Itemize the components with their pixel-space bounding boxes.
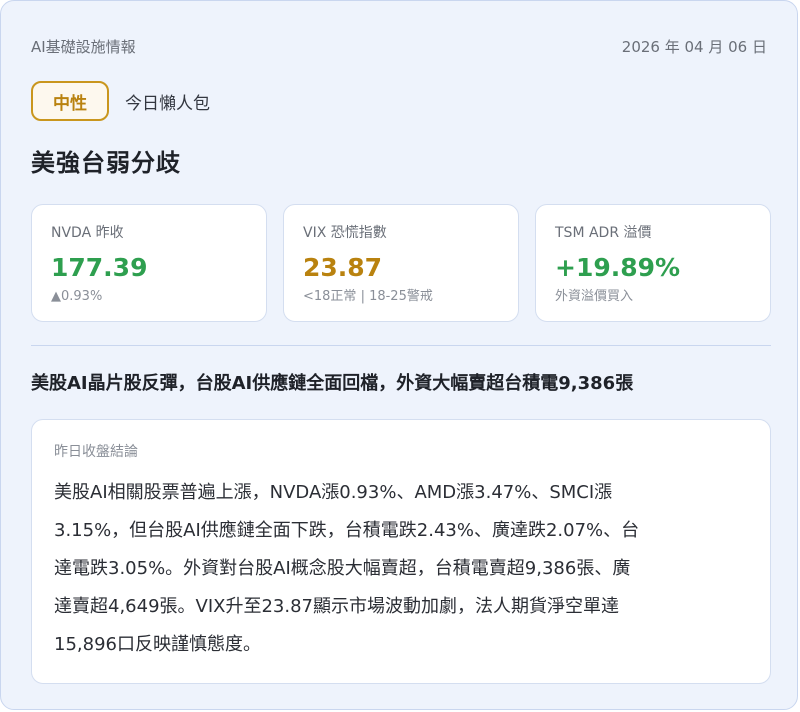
report-date: 2026 年 04 月 06 日 — [621, 37, 767, 56]
summary-line: 美股AI晶片股反彈，台股AI供應鏈全面回檔，外資大幅賣超台積電9,386張 — [31, 373, 634, 394]
section-divider — [31, 345, 771, 346]
conclusion-panel: 昨日收盤結論 美股AI相關股票普遍上漲，NVDA漲0.93%、AMD漲3.47%… — [31, 419, 771, 684]
conclusion-line: 達賣超4,649張。VIX升至23.87顯示市場波動加劇，法人期貨淨空單達 — [54, 596, 620, 617]
sentiment-row: 中性 今日懶人包 — [31, 81, 210, 121]
conclusion-title: 昨日收盤結論 — [54, 444, 138, 460]
metric-card-nvda: NVDA 昨收 177.39 ▲0.93% — [31, 204, 267, 322]
briefing-card: AI基礎設施情報 2026 年 04 月 06 日 中性 今日懶人包 美強台弱分… — [0, 0, 798, 710]
conclusion-body: 美股AI相關股票普遍上漲，NVDA漲0.93%、AMD漲3.47%、SMCI漲 … — [54, 474, 748, 664]
metric-card-tsm-adr: TSM ADR 溢價 +19.89% 外資溢價買入 — [535, 204, 771, 322]
conclusion-line: 3.15%，但台股AI供應鏈全面下跌，台積電跌2.43%、廣達跌2.07%、台 — [54, 520, 640, 541]
metric-value: 23.87 — [303, 253, 383, 282]
metric-label: VIX 恐慌指數 — [303, 225, 387, 241]
sentiment-badge: 中性 — [31, 81, 109, 121]
card-header: AI基礎設施情報 2026 年 04 月 06 日 — [31, 35, 767, 57]
metric-card-vix: VIX 恐慌指數 23.87 <18正常 | 18-25警戒 — [283, 204, 519, 322]
metric-label: NVDA 昨收 — [51, 225, 124, 241]
conclusion-line: 美股AI相關股票普遍上漲，NVDA漲0.93%、AMD漲3.47%、SMCI漲 — [54, 482, 613, 503]
metric-range-note: <18正常 | 18-25警戒 — [303, 289, 433, 304]
metric-value: +19.89% — [555, 253, 681, 282]
source-label: AI基礎設施情報 — [31, 37, 136, 56]
metrics-row: NVDA 昨收 177.39 ▲0.93% VIX 恐慌指數 23.87 <18… — [31, 204, 771, 324]
metric-change: ▲0.93% — [51, 289, 103, 304]
digest-label: 今日懶人包 — [125, 93, 210, 114]
headline: 美強台弱分歧 — [31, 149, 181, 177]
metric-label: TSM ADR 溢價 — [555, 225, 652, 241]
metric-value: 177.39 — [51, 253, 148, 282]
conclusion-line: 15,896口反映謹慎態度。 — [54, 634, 261, 655]
conclusion-line: 達電跌3.05%。外資對台股AI概念股大幅賣超，台積電賣超9,386張、廣 — [54, 558, 631, 579]
metric-note: 外資溢價買入 — [555, 289, 634, 304]
